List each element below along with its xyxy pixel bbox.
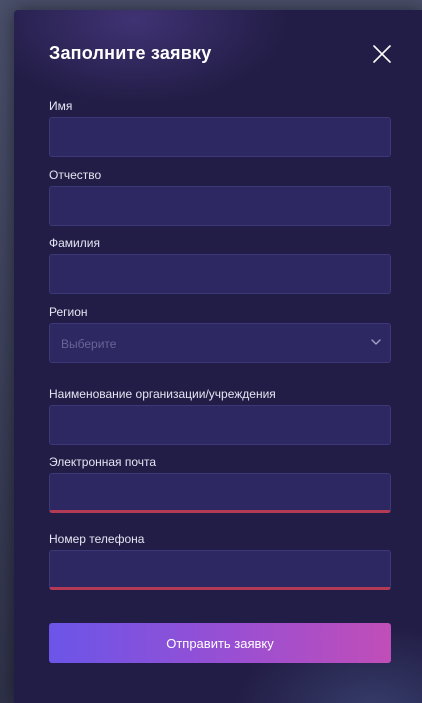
modal-title: Заполните заявку [49, 43, 212, 63]
organization-input[interactable] [49, 405, 391, 445]
application-modal: Заполните заявку Имя Отчество Фамилия Ре… [14, 10, 422, 703]
chevron-down-icon [371, 339, 381, 345]
email-label: Электронная почта [49, 455, 157, 469]
phone-label: Номер телефона [49, 532, 145, 546]
first-name-input[interactable] [49, 117, 391, 157]
first-name-label: Имя [49, 99, 73, 113]
region-select-value: Выберите [61, 337, 117, 351]
last-name-label: Фамилия [49, 236, 100, 250]
region-select[interactable]: Выберите [49, 323, 391, 363]
email-input[interactable] [49, 473, 391, 513]
region-label: Регион [49, 305, 88, 319]
phone-input[interactable] [49, 550, 391, 590]
organization-label: Наименование организации/учреждения [49, 387, 276, 401]
last-name-input[interactable] [49, 254, 391, 294]
close-icon [373, 45, 391, 63]
submit-button[interactable]: Отправить заявку [49, 623, 391, 663]
close-button[interactable] [372, 44, 392, 64]
patronymic-label: Отчество [49, 168, 102, 182]
patronymic-input[interactable] [49, 186, 391, 226]
